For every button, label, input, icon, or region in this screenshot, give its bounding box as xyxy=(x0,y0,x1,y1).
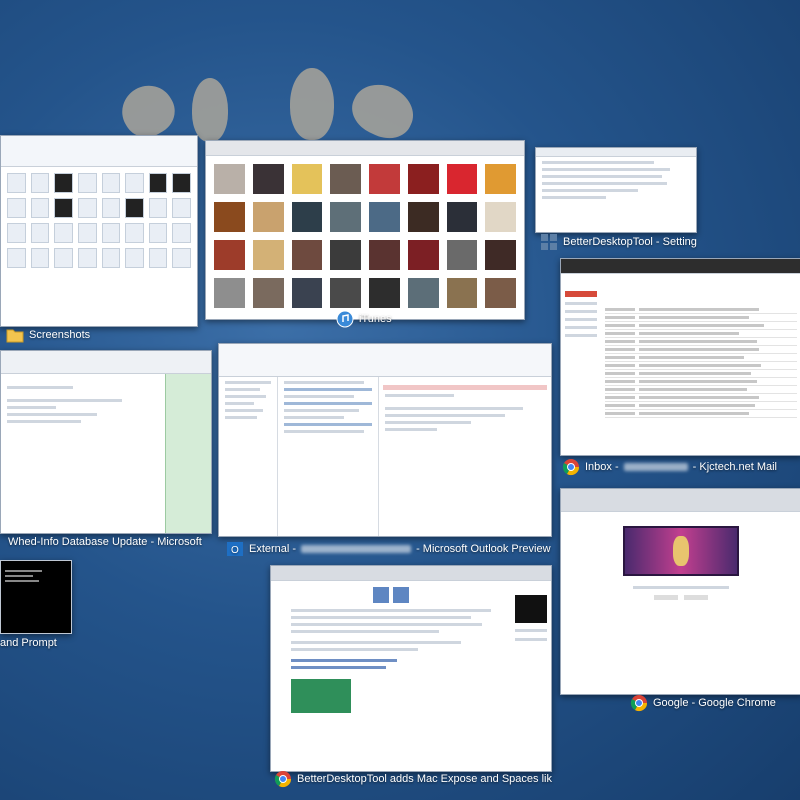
window-thumbnail-word[interactable] xyxy=(0,350,212,534)
caption-gmail-label: Inbox - xyxy=(585,461,619,473)
caption-explorer-label: Screenshots xyxy=(29,329,91,341)
outlook-titlebar xyxy=(219,344,551,377)
explorer-titlebar xyxy=(1,136,197,167)
caption-google[interactable]: Google - Google Chrome xyxy=(630,694,776,712)
caption-blog[interactable]: BetterDesktopTool adds Mac Expose and Sp… xyxy=(274,770,552,788)
window-thumbnail-explorer[interactable] xyxy=(0,135,198,327)
outlook-reading-pane xyxy=(379,377,551,536)
caption-gmail[interactable]: Inbox - - Kjctech.net Mail xyxy=(562,458,777,476)
outlook-icon: O xyxy=(227,542,243,556)
caption-google-label: Google - Google Chrome xyxy=(653,697,776,709)
caption-itunes-label: iTunes xyxy=(359,313,392,325)
google-doodle xyxy=(623,526,739,576)
window-thumbnail-itunes[interactable] xyxy=(205,140,525,320)
wallpaper-flower-petal xyxy=(344,75,422,147)
caption-explorer[interactable]: Screenshots xyxy=(6,326,90,344)
word-side-pane xyxy=(165,374,211,533)
chrome-icon xyxy=(562,459,580,476)
window-thumbnail-outlook[interactable] xyxy=(218,343,552,537)
outlook-folder-pane xyxy=(219,377,278,536)
bdt-settings-titlebar xyxy=(536,148,696,157)
caption-word-label: Whed-Info Database Update - Microsoft xyxy=(8,536,202,548)
caption-outlook[interactable]: O External - - Microsoft Outlook Preview xyxy=(226,540,551,558)
caption-outlook-label: External - xyxy=(249,543,297,555)
window-thumbnail-bdt-settings[interactable] xyxy=(535,147,697,233)
wallpaper-flower-petal xyxy=(290,68,334,140)
app-icon xyxy=(541,234,557,250)
outlook-message-list xyxy=(278,377,379,536)
gmail-message-list xyxy=(601,274,800,418)
google-titlebar xyxy=(561,489,800,512)
gmail-sidebar xyxy=(561,274,601,418)
caption-itunes[interactable]: iTunes xyxy=(336,310,392,328)
chrome-icon xyxy=(274,771,292,788)
blog-titlebar xyxy=(271,566,551,581)
caption-outlook-label-tail: - Microsoft Outlook Preview xyxy=(416,543,551,555)
explorer-file-grid xyxy=(1,167,197,274)
window-thumbnail-gmail[interactable] xyxy=(560,258,800,456)
caption-bdt-settings-label: BetterDesktopTool - Setting xyxy=(563,236,697,248)
gmail-titlebar xyxy=(561,259,800,274)
blog-sidebar-ad xyxy=(511,581,551,719)
folder-icon xyxy=(6,329,24,343)
caption-word[interactable]: Whed-Info Database Update - Microsoft xyxy=(0,536,202,548)
caption-bdt-settings[interactable]: BetterDesktopTool - Setting xyxy=(540,233,697,251)
chrome-icon xyxy=(630,695,648,712)
window-thumbnail-cmd[interactable] xyxy=(0,560,72,634)
svg-text:O: O xyxy=(231,545,239,556)
window-thumbnail-google[interactable] xyxy=(560,488,800,695)
word-titlebar xyxy=(1,351,211,374)
caption-gmail-label-tail: - Kjctech.net Mail xyxy=(692,461,778,473)
caption-gmail-account-blurred xyxy=(623,463,688,471)
caption-cmd-label: and Prompt xyxy=(0,637,57,649)
word-document-body xyxy=(1,374,165,533)
itunes-titlebar xyxy=(206,141,524,156)
caption-blog-label: BetterDesktopTool adds Mac Expose and Sp… xyxy=(297,773,552,785)
wallpaper-flower-petal xyxy=(192,78,228,142)
blog-article-body xyxy=(271,581,511,719)
itunes-album-grid xyxy=(206,156,524,316)
itunes-icon xyxy=(336,310,354,328)
caption-outlook-address-blurred xyxy=(301,545,412,553)
cmd-output xyxy=(1,561,71,591)
window-thumbnail-blog[interactable] xyxy=(270,565,552,772)
caption-cmd[interactable]: and Prompt xyxy=(0,637,57,649)
